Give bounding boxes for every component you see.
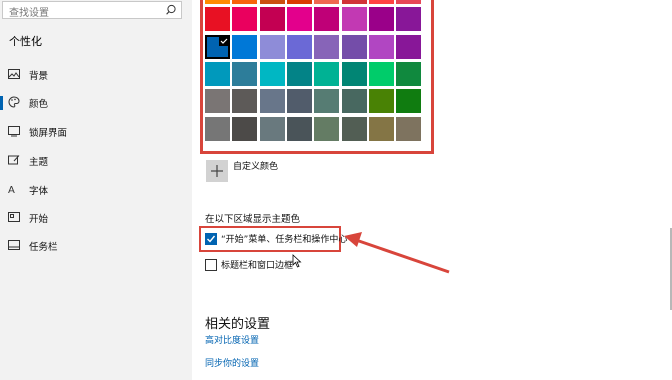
color-swatch[interactable] bbox=[314, 61, 340, 86]
color-swatch[interactable] bbox=[368, 61, 394, 86]
color-swatch[interactable] bbox=[286, 0, 312, 4]
sidebar-item-label: 字体 bbox=[29, 186, 49, 197]
color-swatch[interactable] bbox=[259, 89, 285, 114]
sidebar-item-colors[interactable]: 颜色 bbox=[0, 90, 192, 116]
palette-icon bbox=[8, 96, 20, 108]
sidebar-item-label: 锁屏界面 bbox=[29, 128, 68, 139]
color-swatch[interactable] bbox=[368, 0, 394, 4]
start-taskbar-action-center-label[interactable]: “开始”菜单、任务栏和操作中心 bbox=[221, 232, 347, 245]
sidebar-item-background[interactable]: 背景 bbox=[0, 62, 192, 88]
color-swatch[interactable] bbox=[286, 7, 312, 32]
sidebar-item-themes[interactable]: 主题 bbox=[0, 148, 192, 174]
picture-icon bbox=[8, 69, 20, 79]
color-swatch[interactable] bbox=[396, 89, 422, 114]
color-swatch[interactable] bbox=[368, 116, 394, 141]
color-swatch[interactable] bbox=[314, 116, 340, 141]
color-swatch[interactable] bbox=[259, 34, 285, 59]
search-icon[interactable] bbox=[164, 3, 178, 17]
sidebar-item-fonts[interactable]: A 字体 bbox=[0, 177, 192, 203]
plus-icon bbox=[211, 165, 223, 177]
color-swatch[interactable] bbox=[232, 7, 258, 32]
color-swatch[interactable] bbox=[396, 116, 422, 141]
sidebar-item-label: 背景 bbox=[29, 71, 49, 82]
sidebar-item-taskbar[interactable]: 任务栏 bbox=[0, 233, 192, 259]
mouse-cursor-icon bbox=[292, 254, 302, 268]
color-swatch[interactable] bbox=[341, 34, 367, 59]
sidebar-item-label: 颜色 bbox=[29, 99, 49, 110]
color-swatch[interactable] bbox=[205, 34, 230, 59]
color-swatch[interactable] bbox=[259, 7, 285, 32]
color-swatch[interactable] bbox=[232, 34, 258, 59]
related-settings-title: 相关的设置 bbox=[205, 317, 271, 332]
sidebar-item-start[interactable]: 开始 bbox=[0, 205, 192, 231]
high-contrast-settings-link[interactable]: 高对比度设置 bbox=[205, 333, 259, 346]
color-swatch[interactable] bbox=[396, 34, 422, 59]
start-icon bbox=[8, 212, 20, 222]
color-swatch[interactable] bbox=[205, 89, 230, 114]
title-bars-window-borders-label[interactable]: 标题栏和窗口边框 bbox=[221, 258, 293, 271]
color-swatch[interactable] bbox=[286, 116, 312, 141]
custom-color-label[interactable]: 自定义颜色 bbox=[233, 159, 278, 172]
color-swatch[interactable] bbox=[341, 116, 367, 141]
color-swatch[interactable] bbox=[232, 61, 258, 86]
sidebar-item-lock-screen[interactable]: 锁屏界面 bbox=[0, 119, 192, 145]
title-bars-window-borders-checkbox[interactable] bbox=[205, 259, 217, 271]
color-swatch[interactable] bbox=[286, 34, 312, 59]
sidebar-item-label: 主题 bbox=[29, 157, 49, 168]
color-swatch[interactable] bbox=[205, 7, 230, 32]
color-swatch[interactable] bbox=[341, 7, 367, 32]
lock-screen-icon bbox=[8, 126, 20, 137]
selected-check-icon bbox=[219, 35, 229, 46]
color-swatch[interactable] bbox=[314, 7, 340, 32]
show-accent-title: 在以下区域显示主题色 bbox=[205, 214, 301, 225]
color-swatch[interactable] bbox=[314, 89, 340, 114]
color-swatch[interactable] bbox=[232, 89, 258, 114]
color-swatch[interactable] bbox=[368, 34, 394, 59]
checkmark-icon bbox=[207, 235, 216, 243]
sidebar: 查找设置 个性化 背景 颜色 锁屏界面 主题 A 字体 开始 任务栏 bbox=[0, 0, 192, 380]
color-swatch[interactable] bbox=[205, 61, 230, 86]
color-swatch[interactable] bbox=[368, 89, 394, 114]
sidebar-item-label: 开始 bbox=[29, 214, 49, 225]
color-swatch[interactable] bbox=[341, 89, 367, 114]
color-swatch[interactable] bbox=[368, 7, 394, 32]
search-input[interactable]: 查找设置 bbox=[9, 4, 49, 19]
color-swatch[interactable] bbox=[341, 61, 367, 86]
color-swatch[interactable] bbox=[396, 0, 422, 4]
color-swatch[interactable] bbox=[396, 61, 422, 86]
color-swatch[interactable] bbox=[205, 0, 230, 4]
search-box[interactable]: 查找设置 bbox=[2, 1, 182, 19]
color-swatch[interactable] bbox=[286, 89, 312, 114]
taskbar-icon bbox=[8, 240, 20, 250]
svg-text:A: A bbox=[8, 185, 15, 195]
color-swatch[interactable] bbox=[259, 116, 285, 141]
start-taskbar-action-center-checkbox[interactable] bbox=[205, 233, 217, 245]
color-swatch[interactable] bbox=[232, 0, 258, 4]
color-swatch[interactable] bbox=[259, 61, 285, 86]
font-icon: A bbox=[8, 185, 15, 195]
color-swatch[interactable] bbox=[205, 116, 230, 141]
color-swatch[interactable] bbox=[314, 0, 340, 4]
color-swatch[interactable] bbox=[341, 0, 367, 4]
theme-icon bbox=[8, 155, 20, 165]
color-swatch[interactable] bbox=[314, 34, 340, 59]
color-swatch[interactable] bbox=[396, 7, 422, 32]
color-swatch[interactable] bbox=[259, 0, 285, 4]
section-title: 个性化 bbox=[9, 35, 42, 48]
sidebar-item-label: 任务栏 bbox=[29, 242, 58, 253]
color-swatch[interactable] bbox=[232, 116, 258, 141]
color-swatch[interactable] bbox=[286, 61, 312, 86]
sync-settings-link[interactable]: 同步你的设置 bbox=[205, 356, 259, 369]
custom-color-button[interactable] bbox=[206, 160, 228, 182]
